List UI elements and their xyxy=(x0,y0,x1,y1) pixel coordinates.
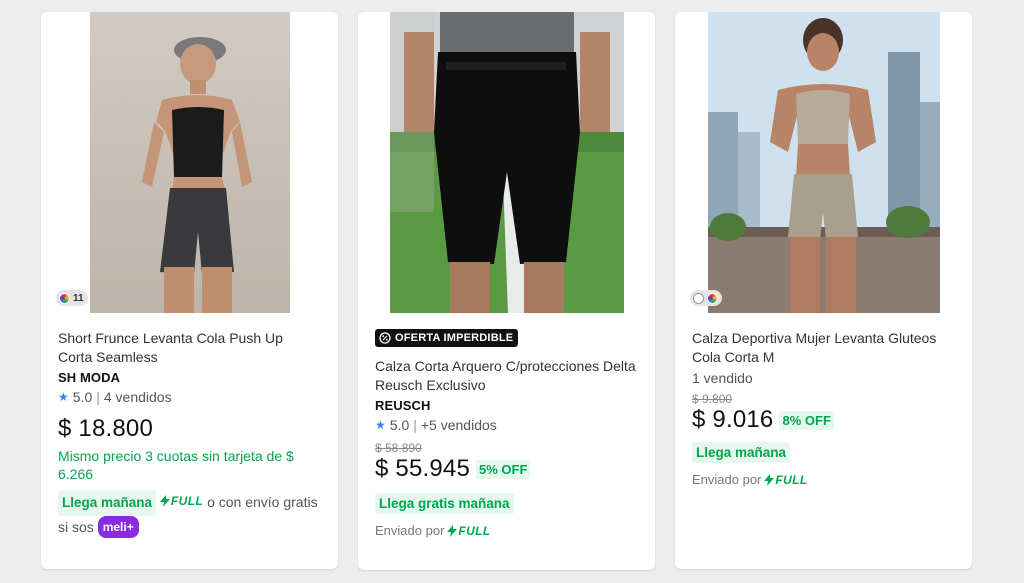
sent-by-label: Enviado por xyxy=(375,523,445,538)
sent-by-label: Enviado por xyxy=(692,472,762,487)
full-label: FULL xyxy=(775,472,808,487)
product-card[interactable]: Calza Deportiva Mujer Levanta Gluteos Co… xyxy=(675,12,972,569)
full-label: FULL xyxy=(458,523,491,538)
color-wheel-icon xyxy=(707,292,718,304)
product-rating: ★ 5.0 | 4 vendidos xyxy=(58,389,321,405)
separator: | xyxy=(413,417,417,433)
woman-gray-shorts-photo-icon xyxy=(89,12,290,313)
meli-plus-badge: meli+ xyxy=(97,516,139,538)
discount-badge: 5% OFF xyxy=(476,459,531,479)
separator: | xyxy=(96,389,100,405)
deal-badge-label: OFERTA IMPERDIBLE xyxy=(395,332,514,344)
woman-beige-set-photo-icon xyxy=(707,12,940,313)
shipping-badge: Llega mañana xyxy=(692,442,791,463)
full-badge: FULL xyxy=(764,473,807,487)
lightning-icon xyxy=(764,473,775,486)
sold-info: 1 vendido xyxy=(692,370,955,386)
sold-count: +5 vendidos xyxy=(420,417,497,433)
lightning-icon xyxy=(447,524,458,537)
shipping-badge: Llega gratis mañana xyxy=(375,493,514,514)
full-badge: FULL xyxy=(447,524,490,538)
product-title[interactable]: Calza Corta Arquero C/protecciones Delta… xyxy=(375,357,638,395)
goalkeeper-shorts-photo-icon xyxy=(389,12,624,313)
colors-count: 11 xyxy=(73,292,84,304)
product-card[interactable]: 11 Short Frunce Levanta Cola Push Up Cor… xyxy=(41,12,338,569)
product-title[interactable]: Short Frunce Levanta Cola Push Up Corta … xyxy=(58,329,321,367)
old-price: $ 58.890 xyxy=(375,441,422,455)
color-swatch-indicator: 11 xyxy=(56,290,88,306)
sent-by: Enviado por FULL xyxy=(375,523,638,538)
product-brand: SH MODA xyxy=(58,370,121,385)
old-price: $ 9.800 xyxy=(692,392,733,406)
installments-text: Mismo precio 3 cuotas sin tarjeta de $ 6… xyxy=(58,448,294,482)
sold-count: 1 vendido xyxy=(692,370,753,386)
product-brand: REUSCH xyxy=(375,398,431,413)
product-image[interactable] xyxy=(675,12,972,313)
rating-value: 5.0 xyxy=(389,417,410,433)
product-card[interactable]: OFERTA IMPERDIBLE Calza Corta Arquero C/… xyxy=(358,12,655,570)
product-rating: ★ 5.0 | +5 vendidos xyxy=(375,417,638,433)
price: $ 55.945 xyxy=(375,455,471,482)
rating-value: 5.0 xyxy=(72,389,93,405)
price-row: $ 9.016 8% OFF xyxy=(692,406,955,434)
color-wheel-icon xyxy=(59,292,70,304)
full-badge: FULL xyxy=(159,491,204,511)
price-row: $ 18.800 xyxy=(58,415,321,443)
full-label: FULL xyxy=(170,494,204,508)
star-icon: ★ xyxy=(375,418,386,432)
sent-by: Enviado por FULL xyxy=(692,472,955,487)
sold-count: 4 vendidos xyxy=(103,389,172,405)
color-swatch-indicator xyxy=(690,290,722,306)
product-image[interactable] xyxy=(358,12,655,313)
price: $ 18.800 xyxy=(58,415,154,442)
price-row: $ 55.945 5% OFF xyxy=(375,455,638,483)
lightning-icon xyxy=(159,495,170,507)
deal-badge: OFERTA IMPERDIBLE xyxy=(375,329,519,347)
white-color-dot xyxy=(693,292,704,304)
discount-badge: 8% OFF xyxy=(779,410,834,430)
product-image[interactable]: 11 xyxy=(41,12,338,313)
star-icon: ★ xyxy=(58,390,69,404)
discount-tag-icon xyxy=(379,332,391,344)
shipping-info: Llega mañana FULL o con envío gratis si … xyxy=(58,490,321,538)
price: $ 9.016 xyxy=(692,406,774,433)
product-title[interactable]: Calza Deportiva Mujer Levanta Gluteos Co… xyxy=(692,329,955,367)
shipping-badge: Llega mañana xyxy=(58,490,157,516)
product-grid: 11 Short Frunce Levanta Cola Push Up Cor… xyxy=(0,0,1024,583)
